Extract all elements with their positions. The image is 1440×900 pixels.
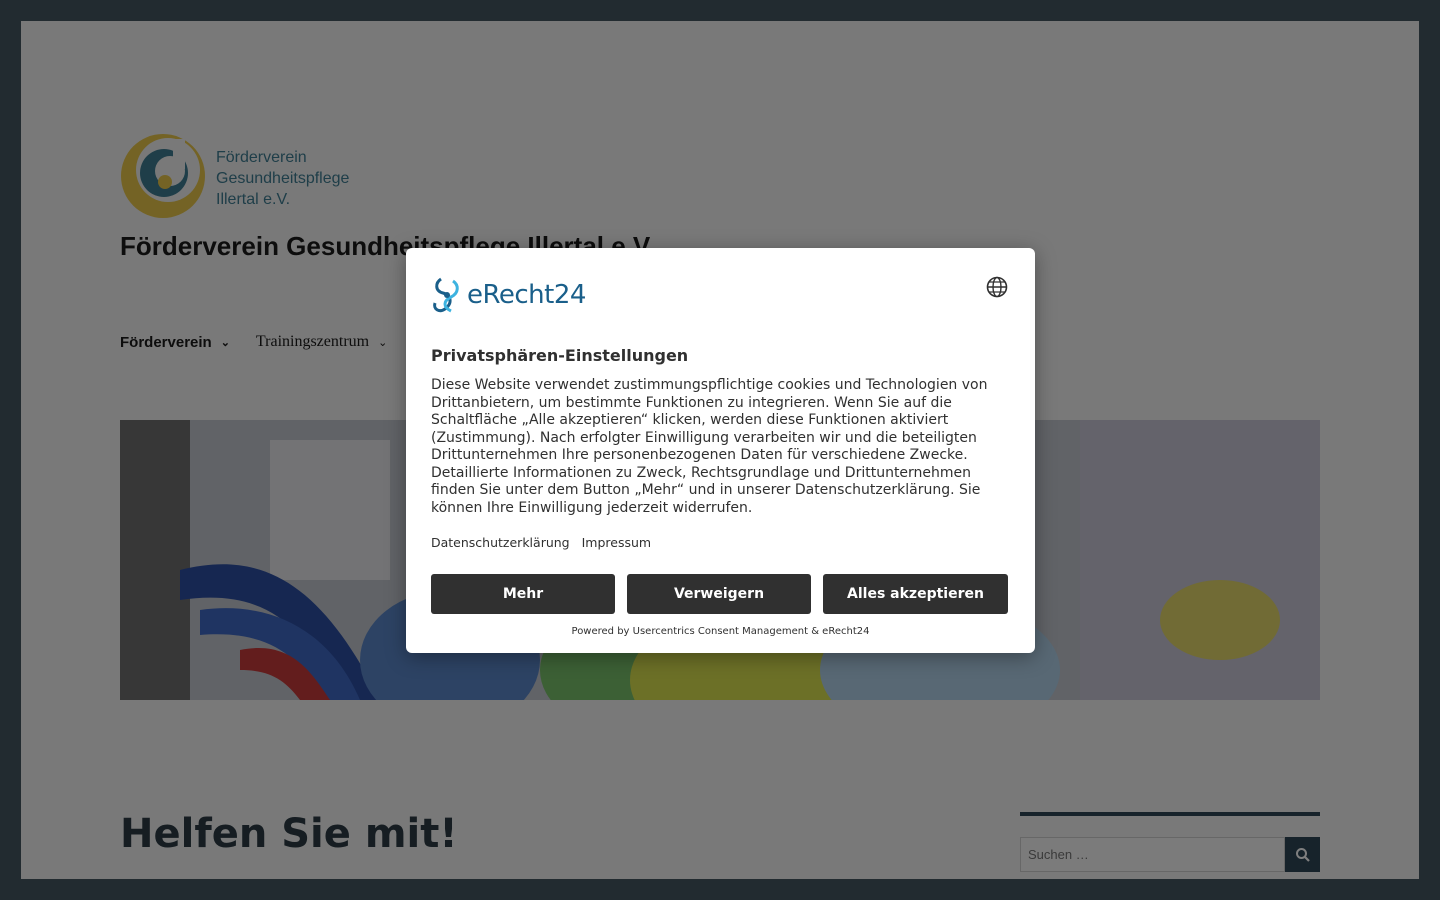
- erecht24-logo: eRecht24: [431, 273, 596, 317]
- powered-by-text: Powered by Usercentrics Consent Manageme…: [571, 626, 870, 637]
- language-globe-icon[interactable]: [985, 275, 1009, 299]
- consent-actions: Mehr Verweigern Alles akzeptieren: [431, 574, 1008, 614]
- deny-button[interactable]: Verweigern: [627, 574, 811, 614]
- consent-links: Datenschutzerklärung Impressum: [431, 535, 651, 550]
- consent-description: Diese Website verwendet zustimmungspflic…: [431, 377, 988, 516]
- erecht24-emblem-icon: [433, 277, 459, 313]
- more-button[interactable]: Mehr: [431, 574, 615, 614]
- brand-name: eRecht24: [467, 280, 586, 310]
- consent-dialog: eRecht24 Privatsphären-Einstellungen Die…: [406, 248, 1035, 653]
- consent-title: Privatsphären-Einstellungen: [431, 346, 689, 365]
- privacy-policy-link[interactable]: Datenschutzerklärung: [431, 535, 570, 550]
- imprint-link[interactable]: Impressum: [582, 535, 651, 550]
- accept-all-button[interactable]: Alles akzeptieren: [823, 574, 1008, 614]
